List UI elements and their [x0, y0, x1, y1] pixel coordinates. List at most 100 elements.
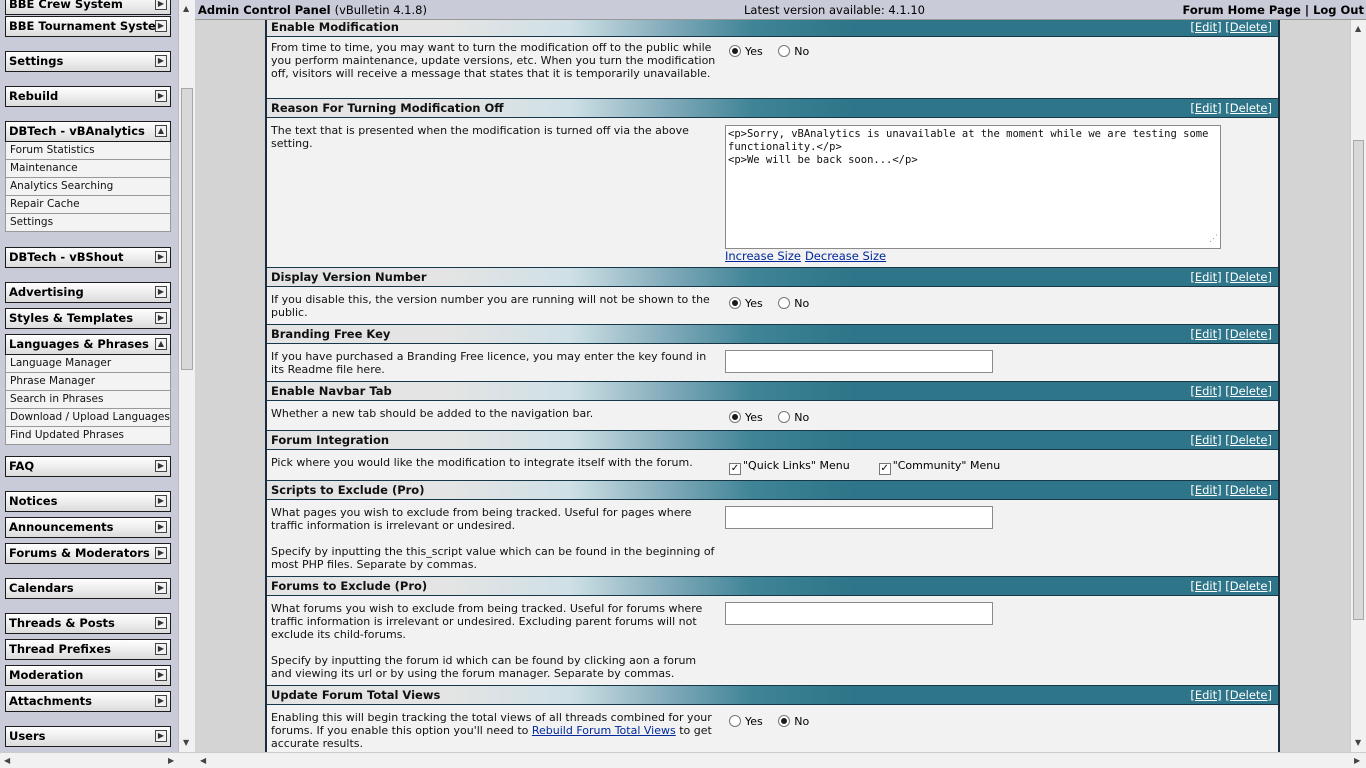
edit-link[interactable]: [Edit] — [1190, 688, 1221, 702]
nav-item-language-manager[interactable]: Language Manager — [5, 355, 171, 373]
nav-group-rebuild[interactable]: Rebuild ▶ — [5, 86, 171, 107]
nav-group-header[interactable]: Styles & Templates ▶ — [5, 308, 171, 329]
scroll-right-arrow-icon[interactable]: ▶ — [1354, 756, 1360, 765]
nav-group-header[interactable]: BBE Tournament System ▶ — [5, 16, 171, 37]
nav-group-notices[interactable]: Notices ▶ — [5, 491, 171, 512]
increase-size-link[interactable]: Increase Size — [725, 249, 801, 263]
edit-link[interactable]: [Edit] — [1190, 20, 1221, 34]
scroll-left-arrow-icon[interactable]: ◀ — [4, 756, 10, 765]
scroll-down-arrow-icon[interactable]: ▼ — [183, 738, 189, 747]
nav-group-attachments[interactable]: Attachments ▶ — [5, 691, 171, 712]
expand-arrow-icon[interactable]: ▶ — [155, 643, 167, 655]
expand-arrow-icon[interactable]: ▶ — [155, 251, 167, 263]
nav-item-maintenance[interactable]: Maintenance — [5, 160, 171, 178]
nav-group-header[interactable]: Calendars ▶ — [5, 578, 171, 599]
expand-arrow-icon[interactable]: ▶ — [155, 695, 167, 707]
nav-group-moderation[interactable]: Moderation ▶ — [5, 665, 171, 686]
edit-link[interactable]: [Edit] — [1190, 483, 1221, 497]
expand-arrow-icon[interactable]: ▶ — [155, 495, 167, 507]
delete-link[interactable]: [Delete] — [1225, 483, 1272, 497]
branding-key-input[interactable] — [725, 350, 993, 373]
delete-link[interactable]: [Delete] — [1225, 688, 1272, 702]
yes-radio[interactable] — [729, 45, 741, 57]
edit-link[interactable]: [Edit] — [1190, 579, 1221, 593]
scroll-left-arrow-icon[interactable]: ◀ — [200, 756, 206, 765]
nav-item-download-upload-languages[interactable]: Download / Upload Languages — [5, 409, 171, 427]
nav-item-settings[interactable]: Settings — [5, 214, 171, 232]
delete-link[interactable]: [Delete] — [1225, 270, 1272, 284]
expand-arrow-icon[interactable]: ▶ — [155, 617, 167, 629]
nav-group-advertising[interactable]: Advertising ▶ — [5, 282, 171, 303]
nav-group-header[interactable]: Thread Prefixes ▶ — [5, 639, 171, 660]
nav-item-repair-cache[interactable]: Repair Cache — [5, 196, 171, 214]
expand-arrow-icon[interactable]: ▶ — [155, 55, 167, 67]
nav-scrollbar[interactable]: ▲ ▼ — [178, 0, 195, 752]
expand-arrow-icon[interactable]: ▶ — [155, 460, 167, 472]
reason-textarea[interactable]: <p>Sorry, vBAnalytics is unavailable at … — [725, 125, 1221, 249]
expand-arrow-icon[interactable]: ▶ — [155, 521, 167, 533]
nav-group-announcements[interactable]: Announcements ▶ — [5, 517, 171, 538]
nav-group-users[interactable]: Users ▶ — [5, 726, 171, 747]
delete-link[interactable]: [Delete] — [1225, 101, 1272, 115]
decrease-size-link[interactable]: Decrease Size — [805, 249, 886, 263]
expand-arrow-icon[interactable]: ▶ — [155, 669, 167, 681]
nav-group-header[interactable]: Forums & Moderators ▶ — [5, 543, 171, 564]
nav-group-dbtech-vbshout[interactable]: DBTech - vBShout ▶ — [5, 247, 171, 268]
nav-group-header[interactable]: Languages & Phrases ▲ — [5, 334, 171, 355]
nav-item-phrase-manager[interactable]: Phrase Manager — [5, 373, 171, 391]
edit-link[interactable]: [Edit] — [1190, 327, 1221, 341]
nav-group-header[interactable]: Settings ▶ — [5, 51, 171, 72]
yes-radio[interactable] — [729, 411, 741, 423]
expand-arrow-icon[interactable]: ▶ — [155, 312, 167, 324]
scroll-right-arrow-icon[interactable]: ▶ — [168, 756, 174, 765]
nav-group-header[interactable]: BBE Crew System ▶ — [5, 0, 171, 15]
nav-group-header[interactable]: Users ▶ — [5, 726, 171, 747]
nav-group-header[interactable]: DBTech - vBAnalytics ▲ — [5, 121, 171, 142]
expand-arrow-icon[interactable]: ▶ — [155, 582, 167, 594]
delete-link[interactable]: [Delete] — [1225, 433, 1272, 447]
edit-link[interactable]: [Edit] — [1190, 101, 1221, 115]
nav-group-header[interactable]: Threads & Posts ▶ — [5, 613, 171, 634]
nav-group-header[interactable]: Attachments ▶ — [5, 691, 171, 712]
forums-exclude-input[interactable] — [725, 602, 993, 625]
delete-link[interactable]: [Delete] — [1225, 20, 1272, 34]
yes-radio[interactable] — [729, 297, 741, 309]
nav-group-header[interactable]: Advertising ▶ — [5, 282, 171, 303]
delete-link[interactable]: [Delete] — [1225, 327, 1272, 341]
expand-arrow-icon[interactable]: ▶ — [155, 0, 167, 10]
nav-group-header[interactable]: Announcements ▶ — [5, 517, 171, 538]
edit-link[interactable]: [Edit] — [1190, 270, 1221, 284]
nav-group-threads-posts[interactable]: Threads & Posts ▶ — [5, 613, 171, 634]
nav-group-header[interactable]: Rebuild ▶ — [5, 86, 171, 107]
forum-home-link[interactable]: Forum Home Page — [1182, 3, 1300, 17]
nav-group-bbe-tournament[interactable]: BBE Tournament System ▶ — [5, 16, 171, 37]
horizontal-scrollbar[interactable]: ◀ ▶ ◀ ▶ — [0, 752, 1366, 768]
nav-group-header[interactable]: Notices ▶ — [5, 491, 171, 512]
quick-links-checkbox[interactable]: ✓ — [729, 463, 741, 475]
nav-group-forums-moderators[interactable]: Forums & Moderators ▶ — [5, 543, 171, 564]
expand-arrow-icon[interactable]: ▶ — [155, 20, 167, 32]
no-radio[interactable] — [778, 715, 791, 727]
rebuild-total-views-link[interactable]: Rebuild Forum Total Views — [532, 724, 676, 737]
scroll-up-arrow-icon[interactable]: ▲ — [183, 4, 189, 13]
expand-arrow-icon[interactable]: ▶ — [155, 90, 167, 102]
no-radio[interactable] — [778, 411, 791, 423]
resize-grip-icon[interactable]: ⋰ — [1209, 233, 1218, 246]
scroll-down-arrow-icon[interactable]: ▼ — [1355, 738, 1361, 747]
nav-group-header[interactable]: DBTech - vBShout ▶ — [5, 247, 171, 268]
nav-group-header[interactable]: FAQ ▶ — [5, 456, 171, 477]
main-scrollbar[interactable]: ▲ ▼ — [1350, 20, 1366, 752]
delete-link[interactable]: [Delete] — [1225, 384, 1272, 398]
edit-link[interactable]: [Edit] — [1190, 384, 1221, 398]
nav-group-thread-prefixes[interactable]: Thread Prefixes ▶ — [5, 639, 171, 660]
nav-item-forum-statistics[interactable]: Forum Statistics — [5, 142, 171, 160]
scroll-up-arrow-icon[interactable]: ▲ — [1355, 24, 1361, 33]
nav-group-faq[interactable]: FAQ ▶ — [5, 456, 171, 477]
scrollbar-thumb[interactable] — [1353, 140, 1364, 620]
nav-group-styles-templates[interactable]: Styles & Templates ▶ — [5, 308, 171, 329]
nav-group-bbe-crew-system[interactable]: BBE Crew System ▶ — [5, 0, 171, 15]
logout-link[interactable]: Log Out — [1313, 3, 1364, 17]
collapse-arrow-icon[interactable]: ▲ — [155, 338, 167, 350]
expand-arrow-icon[interactable]: ▶ — [155, 547, 167, 559]
scrollbar-thumb[interactable] — [181, 88, 193, 370]
